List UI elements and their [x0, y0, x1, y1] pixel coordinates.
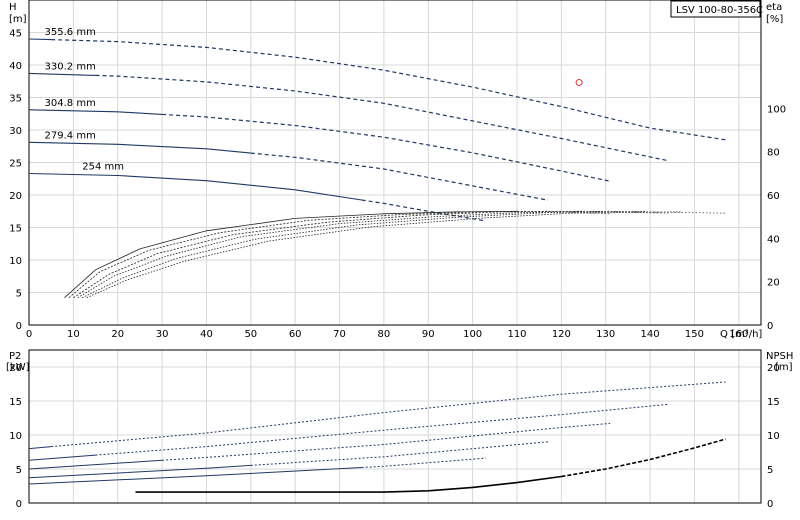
q-tick-label: 50 — [244, 329, 257, 340]
head-axis-unit: [m] — [9, 14, 27, 25]
head-tick-label: 35 — [9, 94, 22, 105]
diameter-label: 279.4 mm — [45, 130, 96, 141]
top-gridlines — [28, 0, 761, 326]
q-tick-label: 120 — [552, 329, 571, 340]
pump-performance-chart: 0 10 20 30 40 50 60 70 80 90 100 110 120 130 140 150 160… — [6, 0, 793, 510]
npsh-curve-dashed — [561, 438, 726, 478]
head-tick-label: 10 — [9, 256, 22, 267]
npsh-axis-label: NPSH — [766, 351, 793, 362]
power-axis-unit: [kW] — [6, 362, 30, 373]
head-curve-dashed-304-8-mm — [162, 113, 611, 182]
head-axis-label: H — [9, 2, 17, 13]
efficiency-curve — [73, 210, 584, 299]
head-curves: 355.6 mm 330.2 mm 304.8 mm 279.4 mm 254 mm — [28, 27, 726, 222]
diameter-label: 304.8 mm — [45, 98, 96, 109]
npsh-axis-ticks: 05101520 — [767, 363, 780, 510]
npsh-axis-unit: [m] — [775, 362, 793, 373]
efficiency-curve — [77, 210, 611, 299]
npsh-curve-group — [135, 438, 726, 493]
npsh-tick-label: 10 — [767, 431, 780, 442]
eta-axis-unit: [%] — [766, 14, 783, 25]
eta-tick-label: 0 — [767, 321, 773, 332]
q-tick-label: 0 — [26, 329, 32, 340]
pump-model-label: LSV 100-80-356C — [676, 5, 763, 16]
q-tick-label: 140 — [641, 329, 660, 340]
head-tick-label: 15 — [9, 224, 22, 235]
head-curve-solid-279-4-mm — [28, 141, 251, 154]
head-tick-label: 20 — [9, 191, 22, 202]
power-curve-solid — [28, 446, 52, 450]
head-axis-ticks: 0 5 10 15 20 25 30 35 40 45 — [9, 29, 22, 333]
head-tick-label: 45 — [9, 29, 22, 40]
head-curve-solid-355-6-mm — [28, 38, 52, 41]
npsh-tick-label: 5 — [767, 465, 773, 476]
power-curve-dashed — [361, 457, 486, 468]
power-tick-label: 0 — [16, 499, 22, 510]
q-tick-label: 10 — [67, 329, 80, 340]
q-tick-label: 30 — [156, 329, 169, 340]
head-tick-label: 5 — [16, 289, 22, 300]
efficiency-curves — [64, 210, 726, 299]
q-tick-label: 90 — [422, 329, 435, 340]
head-curve-solid-330-2-mm — [28, 72, 96, 76]
head-tick-label: 30 — [9, 126, 22, 137]
efficiency-curve — [64, 210, 518, 298]
q-axis-label: Q [m³/h] — [720, 329, 762, 340]
power-curve-solid — [28, 467, 362, 485]
head-tick-label: 25 — [9, 159, 22, 170]
head-curve-dashed-254-mm — [361, 199, 486, 222]
head-tick-label: 40 — [9, 61, 22, 72]
power-curve-solid — [28, 459, 163, 470]
eta-axis-label: eta — [766, 2, 782, 13]
diameter-label: 254 mm — [82, 162, 124, 173]
eta-tick-label: 60 — [767, 191, 780, 202]
eta-tick-label: 80 — [767, 148, 780, 159]
head-curve-dashed-355-6-mm — [51, 39, 726, 141]
power-axis-label: P2 — [9, 351, 21, 362]
q-tick-label: 70 — [333, 329, 346, 340]
top-panel: 0 10 20 30 40 50 60 70 80 90 100 110 120 130 140 150 160… — [9, 0, 786, 340]
power-curve-solid — [28, 454, 96, 461]
q-tick-label: 110 — [507, 329, 526, 340]
q-axis-ticks: 0 10 20 30 40 50 60 70 80 90 100 110 120 130 140 150 160 — [26, 329, 749, 340]
diameter-label: 330.2 mm — [45, 61, 96, 72]
bottom-panel: 05101520 05101520 P2 [kW] NPSH [m] — [6, 349, 793, 510]
eta-tick-label: 40 — [767, 234, 780, 245]
power-axis-ticks: 05101520 — [9, 363, 22, 510]
npsh-tick-label: 15 — [767, 397, 780, 408]
npsh-tick-label: 0 — [767, 499, 773, 510]
q-tick-label: 80 — [378, 329, 391, 340]
head-curve-solid-304-8-mm — [28, 109, 163, 115]
eta-tick-label: 100 — [767, 104, 786, 115]
q-tick-label: 20 — [111, 329, 124, 340]
diameter-label: 355.6 mm — [45, 27, 96, 38]
eta-axis-ticks: 0 20 40 60 80 100 — [767, 104, 786, 332]
npsh-curve-solid — [135, 475, 562, 493]
head-curve-solid-254-mm — [28, 172, 362, 201]
q-tick-label: 150 — [685, 329, 704, 340]
bottom-gridlines — [28, 350, 761, 504]
duty-point-marker — [575, 79, 583, 87]
power-tick-label: 5 — [16, 465, 22, 476]
power-curve-dashed — [51, 381, 726, 448]
q-tick-label: 130 — [596, 329, 615, 340]
head-tick-label: 0 — [16, 321, 22, 332]
q-tick-label: 100 — [463, 329, 482, 340]
q-tick-label: 40 — [200, 329, 213, 340]
bottom-plot-frame — [28, 349, 762, 504]
q-tick-label: 60 — [289, 329, 302, 340]
power-tick-label: 15 — [9, 397, 22, 408]
eta-tick-label: 20 — [767, 278, 780, 289]
power-tick-label: 10 — [9, 431, 22, 442]
duty-point-group — [575, 79, 583, 87]
power-curve-dashed — [95, 403, 668, 456]
